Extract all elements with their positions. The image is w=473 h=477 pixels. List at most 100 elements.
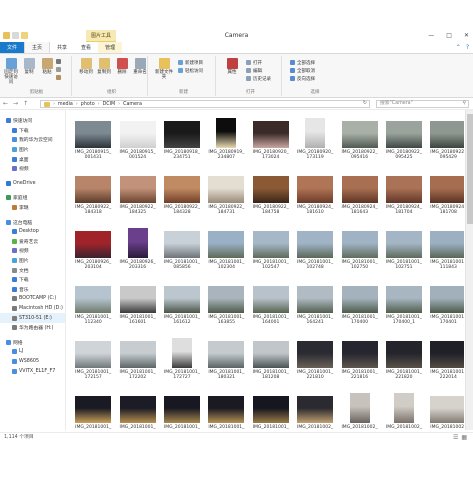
history-button[interactable]: 历史记录 — [246, 75, 271, 82]
address-bar[interactable]: › media › photo › DCIM › Camera ↻ — [40, 100, 370, 108]
refresh-icon[interactable]: ↻ — [363, 100, 367, 106]
copy-path-button[interactable] — [56, 66, 61, 73]
tab-home[interactable]: 主页 — [24, 42, 51, 53]
nav-item[interactable]: 我的华为云空间 — [0, 135, 65, 145]
file-item[interactable]: IMG_20181001_ 172157 — [71, 336, 115, 391]
file-item[interactable]: IMG_20180920_ 173119 — [293, 116, 337, 171]
file-item[interactable]: IMG_20181001_ 181208 — [249, 336, 293, 391]
tab-file[interactable]: 文件 — [0, 42, 25, 53]
nav-item[interactable]: 音乐 — [0, 285, 65, 295]
file-item[interactable]: IMG_20181001_ 170401 — [426, 281, 464, 336]
file-item[interactable]: IMG_20181001_ 170400 — [337, 281, 381, 336]
tab-share[interactable]: 共享 — [50, 42, 74, 53]
file-item[interactable]: IMG_20181001_ 221810 — [293, 336, 337, 391]
file-item[interactable]: IMG_20181001_ 161612 — [160, 281, 204, 336]
nav-item[interactable]: 这台电脑 — [0, 217, 65, 227]
breadcrumb-segment[interactable]: media — [58, 102, 73, 107]
cut-button[interactable] — [56, 58, 61, 65]
rename-button[interactable]: 重命名 — [132, 58, 148, 75]
file-item[interactable]: IMG_20181001_ 085856 — [160, 226, 204, 281]
edit-button[interactable]: 编辑 — [246, 67, 262, 74]
invert-selection-button[interactable]: 反向选择 — [290, 75, 315, 82]
file-item[interactable]: IMG_20181001_ 222014 — [426, 336, 464, 391]
file-item[interactable]: IMG_20181001_ — [115, 391, 159, 430]
file-item[interactable]: IMG_20180924_ 181708 — [426, 171, 464, 226]
file-item[interactable]: IMG_20180922_ 095429 — [426, 116, 464, 171]
file-item[interactable]: IMG_20181001_ 102304 — [204, 226, 248, 281]
nav-item[interactable]: 文档 — [0, 265, 65, 275]
file-item[interactable]: IMG_20180920_ 173024 — [249, 116, 293, 171]
file-item[interactable]: IMG_20180922_ 184328 — [160, 171, 204, 226]
nav-item[interactable]: VVITX_EL1F_F7 — [0, 366, 65, 376]
file-item[interactable]: IMG_20180922_ 095425 — [382, 116, 426, 171]
maximize-button[interactable]: □ — [446, 30, 452, 42]
vertical-scrollbar[interactable] — [465, 110, 473, 430]
breadcrumb-segment[interactable]: Camera — [123, 102, 142, 107]
collapse-ribbon-icon[interactable]: ⌃ — [456, 42, 461, 53]
nav-item[interactable]: 视频 — [0, 164, 65, 174]
nav-item[interactable]: 图片 — [0, 256, 65, 266]
nav-item[interactable]: BOOTCAMP (C:) — [0, 294, 65, 304]
nav-item[interactable]: Desktop — [0, 227, 65, 237]
nav-item[interactable]: Macintosh HD (D:) — [0, 304, 65, 314]
select-all-button[interactable]: 全部选择 — [290, 59, 315, 66]
file-item[interactable]: IMG_20181002_ — [337, 391, 381, 430]
nav-item[interactable]: 下载 — [0, 275, 65, 285]
file-item[interactable]: IMG_20180922_ 095416 — [337, 116, 381, 171]
nav-item[interactable]: 家庭组 — [0, 193, 65, 203]
file-item[interactable]: IMG_20180922_ 184731 — [204, 171, 248, 226]
tab-view[interactable]: 查看 — [74, 42, 98, 53]
properties-button[interactable]: 属性 — [222, 58, 242, 75]
help-icon[interactable]: ? — [466, 42, 469, 53]
file-item[interactable]: IMG_20181001_ 102748 — [293, 226, 337, 281]
forward-arrow-icon[interactable]: → — [13, 98, 18, 110]
new-folder-button[interactable]: 新建文件夹 — [154, 58, 174, 80]
file-item[interactable]: IMG_20180915_ 001524 — [115, 116, 159, 171]
file-item[interactable]: IMG_20180922_ 184318 — [71, 171, 115, 226]
file-item[interactable]: IMG_20180926_ 203104 — [71, 226, 115, 281]
file-item[interactable]: IMG_20181001_ 161601 — [115, 281, 159, 336]
back-arrow-icon[interactable]: ← — [3, 98, 8, 110]
file-item[interactable]: IMG_20181001_ — [204, 391, 248, 430]
open-button[interactable]: 打开 — [246, 59, 262, 66]
paste-shortcut-button[interactable] — [56, 74, 61, 81]
file-item[interactable]: IMG_20180926_ 203316 — [115, 226, 159, 281]
new-item-button[interactable]: 新建项目 — [178, 59, 203, 66]
file-item[interactable]: IMG_20181002_ — [426, 391, 464, 430]
breadcrumb-segment[interactable]: photo — [81, 102, 95, 107]
file-item[interactable]: IMG_20181001_ — [160, 391, 204, 430]
file-item[interactable]: IMG_20181001_ 221820 — [382, 336, 426, 391]
nav-item[interactable]: 下载 — [0, 126, 65, 136]
easy-access-button[interactable]: 轻松访问 — [178, 67, 203, 74]
nav-item[interactable]: 爱奇艺云 — [0, 237, 65, 247]
nav-item[interactable]: 华为路由器 (H:) — [0, 323, 65, 333]
file-item[interactable]: IMG_20180922_ 184758 — [249, 171, 293, 226]
nav-item[interactable]: 网络 — [0, 337, 65, 347]
paste-button[interactable]: 粘贴 — [39, 58, 55, 75]
file-item[interactable]: IMG_20180918_ 234751 — [160, 116, 204, 171]
file-item[interactable]: IMG_20181001_ 111843 — [426, 226, 464, 281]
file-item[interactable]: IMG_20181001_ — [249, 391, 293, 430]
copy-to-button[interactable]: 复制到 — [96, 58, 112, 75]
nav-item[interactable]: 快速访问 — [0, 116, 65, 126]
minimize-button[interactable]: — — [428, 30, 434, 42]
file-item[interactable]: IMG_20180922_ 184325 — [115, 171, 159, 226]
file-item[interactable]: IMG_20180924_ 181704 — [382, 171, 426, 226]
file-item[interactable]: IMG_20181001_ 164001 — [249, 281, 293, 336]
up-arrow-icon[interactable]: ↑ — [23, 98, 28, 110]
file-item[interactable]: IMG_20181001_ 170400_1 — [382, 281, 426, 336]
file-item[interactable]: IMG_20181001_ 163855 — [204, 281, 248, 336]
nav-item[interactable]: 视频 — [0, 246, 65, 256]
search-input[interactable]: 搜索"Camera" ⚲ — [376, 100, 469, 108]
file-item[interactable]: IMG_20180924_ 181610 — [293, 171, 337, 226]
nav-item[interactable]: LJ — [0, 347, 65, 357]
nav-item[interactable]: 李璐 — [0, 203, 65, 213]
file-item[interactable]: IMG_20181001_ 172202 — [115, 336, 159, 391]
file-item[interactable]: IMG_20181002_ — [382, 391, 426, 430]
file-item[interactable]: IMG_20181001_ 172727 — [160, 336, 204, 391]
file-item[interactable]: IMG_20181001_ 102547 — [249, 226, 293, 281]
file-item[interactable]: IMG_20180915_ 001431 — [71, 116, 115, 171]
file-item[interactable]: IMG_20181001_ 102751 — [382, 226, 426, 281]
breadcrumb-segment[interactable]: DCIM — [103, 102, 116, 107]
file-item[interactable]: IMG_20181002_ — [293, 391, 337, 430]
